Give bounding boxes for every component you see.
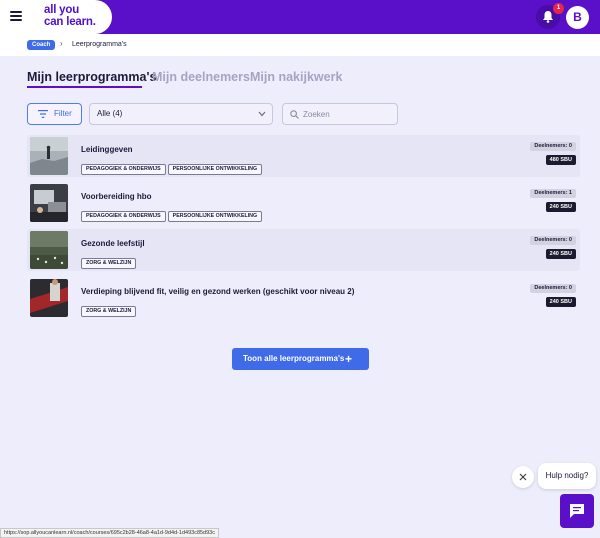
participants-badge: Deelnemers: 0	[530, 142, 576, 151]
program-title[interactable]: Leidinggeven	[81, 145, 133, 154]
chevron-down-icon	[258, 111, 266, 117]
program-title[interactable]: Voorbereiding hbo	[81, 192, 152, 201]
hamburger-icon[interactable]	[10, 11, 22, 21]
program-tags: ZORG & WELZIJN	[81, 299, 138, 317]
chat-button[interactable]	[560, 494, 594, 528]
search-box[interactable]	[282, 103, 398, 125]
top-bar: all you can learn. 1 B	[0, 0, 600, 34]
participants-badge: Deelnemers: 0	[530, 284, 576, 293]
program-tags: PEDAGOGIEK & ONDERWIJS PERSOONLIJKE ONTWI…	[81, 157, 264, 175]
chevron-right-icon: ›	[60, 39, 63, 48]
plus-icon: +	[345, 352, 353, 366]
logo-area: all you can learn.	[0, 0, 112, 34]
sbu-badge: 240 SBU	[545, 249, 576, 259]
tab-mijn-deelnemers[interactable]: Mijn deelnemers	[152, 70, 250, 84]
sbu-badge: 240 SBU	[545, 297, 576, 307]
program-tags: ZORG & WELZIJN	[81, 251, 138, 269]
program-tag: ZORG & WELZIJN	[81, 306, 137, 317]
tab-mijn-leerprogrammas[interactable]: Mijn leerprogramma's	[27, 70, 156, 84]
link-status-bar: https://sop.allyoucanlearn.nl/coach/cour…	[0, 528, 219, 538]
program-thumbnail	[30, 137, 68, 175]
logo-line-1: all you	[44, 4, 80, 16]
filter-icon	[38, 110, 48, 118]
participants-badge: Deelnemers: 1	[530, 189, 576, 198]
program-tags: PEDAGOGIEK & ONDERWIJS PERSOONLIJKE ONTWI…	[81, 204, 264, 222]
active-tab-underline	[27, 86, 142, 88]
participants-badge: Deelnemers: 0	[530, 236, 576, 245]
program-title[interactable]: Gezonde leefstijl	[81, 239, 145, 248]
chat-icon	[570, 504, 584, 518]
search-input[interactable]	[303, 107, 393, 122]
program-tag: PEDAGOGIEK & ONDERWIJS	[81, 164, 166, 175]
category-select-value: Alle (4)	[97, 109, 123, 118]
category-select[interactable]: Alle (4)	[89, 103, 273, 125]
program-row-voorbereiding-hbo[interactable]: Voorbereiding hbo PEDAGOGIEK & ONDERWIJS…	[27, 182, 580, 224]
program-thumbnail	[30, 184, 68, 222]
avatar[interactable]: B	[566, 6, 589, 29]
sbu-badge: 480 SBU	[545, 155, 576, 165]
show-all-label: Toon alle leerprogramma's	[243, 354, 345, 363]
program-tag: PERSOONLIJKE ONTWIKKELING	[167, 211, 263, 222]
breadcrumb: Coach › Leerprogramma's	[0, 34, 600, 56]
filter-button[interactable]: Filter	[27, 103, 82, 125]
program-tag: PEDAGOGIEK & ONDERWIJS	[81, 211, 166, 222]
logo-line-2: can learn.	[44, 16, 96, 28]
breadcrumb-current: Leerprogramma's	[72, 41, 127, 48]
program-row-verdieping[interactable]: Verdieping blijvend fit, veilig en gezon…	[27, 277, 580, 319]
filter-button-label: Filter	[54, 109, 72, 118]
close-icon	[519, 473, 527, 481]
bell-icon	[543, 11, 553, 23]
program-row-gezonde-leefstijl[interactable]: Gezonde leefstijl ZORG & WELZIJN Deelnem…	[27, 229, 580, 271]
program-row-leidinggeven[interactable]: Leidinggeven PEDAGOGIEK & ONDERWIJS PERSO…	[27, 135, 580, 177]
breadcrumb-role-badge[interactable]: Coach	[27, 40, 56, 50]
sbu-badge: 240 SBU	[545, 202, 576, 212]
program-tag: PERSOONLIJKE ONTWIKKELING	[167, 164, 263, 175]
program-thumbnail	[30, 279, 68, 317]
program-thumbnail	[30, 231, 68, 269]
logo[interactable]: all you can learn.	[44, 4, 96, 28]
help-bubble[interactable]: Hulp nodig?	[538, 463, 596, 489]
show-all-programs-button[interactable]: Toon alle leerprogramma's +	[232, 348, 369, 370]
help-close-button[interactable]	[512, 466, 534, 488]
search-icon	[290, 110, 299, 119]
program-tag: ZORG & WELZIJN	[81, 258, 137, 269]
notification-badge: 1	[553, 3, 564, 14]
program-title[interactable]: Verdieping blijvend fit, veilig en gezon…	[81, 287, 354, 296]
tab-mijn-nakijkwerk[interactable]: Mijn nakijkwerk	[250, 70, 342, 84]
